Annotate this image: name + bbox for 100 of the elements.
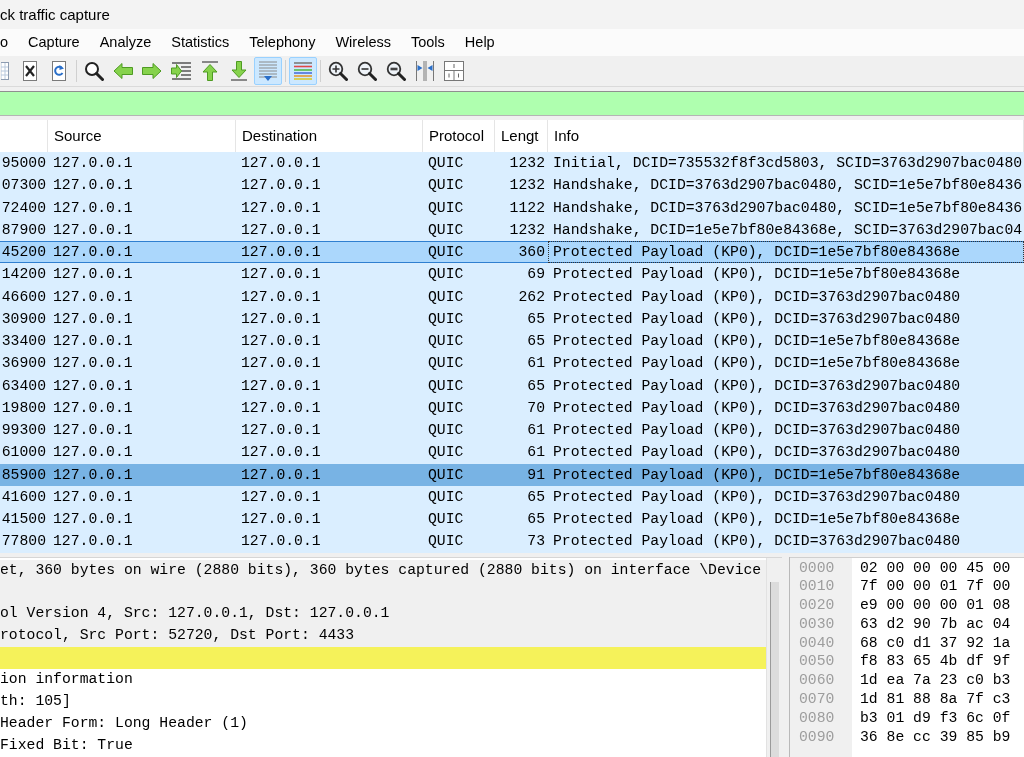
table-cell-text: 127.0.0.1 [240, 465, 322, 485]
table-cell-text: QUIC [427, 354, 465, 374]
hex-bytes: f8 83 65 4b df 9f [860, 652, 1011, 672]
table-cell-text: 127.0.0.1 [240, 176, 322, 196]
table-cell-text: 127.0.0.1 [52, 487, 134, 507]
table-cell-text: 127.0.0.1 [240, 354, 322, 374]
hex-offset: 0020 [799, 596, 836, 615]
display-filter-field[interactable] [0, 91, 1024, 116]
hex-offset: 0080 [799, 708, 836, 728]
packet-row[interactable]: 36900 127.0.0.1 127.0.0.1 QUIC 61 Protected Payload (KP0), DCID=1e5e7bf80e84368e [0, 352, 1024, 375]
table-cell-text: Protected Payload (KP0), DCID=3763d2907bac0480 [552, 443, 962, 463]
menu-item[interactable]: Analyze [89, 28, 162, 57]
packet-row[interactable]: 61000 127.0.0.1 127.0.0.1 QUIC 61 Protected Payload (KP0), DCID=3763d2907bac0480 [0, 441, 1024, 464]
menu-item[interactable]: Telephony [239, 28, 326, 57]
table-cell-text: 1122 [508, 198, 546, 218]
table-cell-text: 46600 [0, 287, 47, 307]
table-cell-text: 127.0.0.1 [52, 287, 134, 307]
packet-row[interactable]: 19800 127.0.0.1 127.0.0.1 QUIC 70 Protected Payload (KP0), DCID=3763d2907bac0480 [0, 396, 1024, 419]
colored-lines-icon [293, 62, 313, 80]
packet-row[interactable]: 14200 127.0.0.1 127.0.0.1 QUIC 69 Protected Payload (KP0), DCID=1e5e7bf80e84368e [0, 263, 1024, 286]
table-cell-text: QUIC [427, 220, 465, 240]
table-cell-text: Protected Payload (KP0), DCID=3763d2907bac0480 [552, 487, 962, 507]
table-cell-text: 72400 [0, 198, 47, 218]
hex-offset: 0060 [799, 671, 836, 691]
hex-offset: 0090 [799, 727, 836, 747]
scrollbar[interactable] [766, 557, 782, 757]
table-cell-text: 07300 [0, 176, 47, 196]
packet-row[interactable]: 87900 127.0.0.1 127.0.0.1 QUIC 1232 Handshake, DCID=1e5e7bf80e84368e, SCID=3763d2907bac04 [0, 218, 1024, 241]
packet-row[interactable]: 41500 127.0.0.1 127.0.0.1 QUIC 65 Protected Payload (KP0), DCID=1e5e7bf80e84368e [0, 508, 1024, 531]
table-cell-text: QUIC [427, 465, 465, 485]
table-cell-text: QUIC [427, 265, 465, 285]
table-cell-text: 127.0.0.1 [52, 465, 134, 485]
packet-row[interactable]: 46600 127.0.0.1 127.0.0.1 QUIC 262 Protected Payload (KP0), DCID=3763d2907bac0480 [0, 285, 1024, 308]
table-cell-text: 70 [526, 398, 546, 418]
menu-item[interactable]: Capture [18, 28, 90, 57]
table-cell-text: QUIC [427, 176, 465, 196]
scrollbar-thumb[interactable] [770, 581, 779, 757]
menu-item[interactable]: Help [454, 28, 505, 57]
table-cell-text: 127.0.0.1 [240, 376, 322, 396]
packet-row[interactable]: 41600 127.0.0.1 127.0.0.1 QUIC 65 Protected Payload (KP0), DCID=3763d2907bac0480 [0, 485, 1024, 508]
table-cell-text: 77800 [0, 532, 47, 552]
menu-item[interactable]: o [0, 28, 19, 57]
table-cell-text: 127.0.0.1 [240, 265, 322, 285]
table-cell-text: 85900 [0, 465, 47, 485]
table-cell-text: QUIC [427, 309, 465, 329]
table-cell-text: 127.0.0.1 [52, 198, 134, 218]
table-cell-text: 91 [526, 465, 546, 485]
pane-layout-icon [444, 61, 464, 81]
packet-row[interactable]: 07300 127.0.0.1 127.0.0.1 QUIC 1232 Handshake, DCID=3763d2907bac0480, SCID=1e5e7bf80e8436 [0, 174, 1024, 197]
packet-row[interactable]: 85900 127.0.0.1 127.0.0.1 QUIC 91 Protected Payload (KP0), DCID=1e5e7bf80e84368e [0, 463, 1024, 486]
window-title: ck traffic capture [0, 5, 110, 25]
column-resize-icon [415, 61, 435, 81]
packet-row[interactable]: 30900 127.0.0.1 127.0.0.1 QUIC 65 Protected Payload (KP0), DCID=3763d2907bac0480 [0, 307, 1024, 330]
hex-offset: 0070 [799, 690, 836, 709]
table-cell: Protected Payload (KP0), DCID=1e5e7bf80e84368e [548, 241, 1024, 264]
arrow-down-bar-icon [229, 61, 249, 81]
table-cell-text: 73 [526, 532, 546, 552]
packet-row[interactable]: 99300 127.0.0.1 127.0.0.1 QUIC 61 Protected Payload (KP0), DCID=3763d2907bac0480 [0, 419, 1024, 442]
table-cell-text: 127.0.0.1 [52, 309, 134, 329]
table-cell-text: 127.0.0.1 [52, 332, 134, 351]
packet-row[interactable]: 95000 127.0.0.1 127.0.0.1 QUIC 1232 Initial, DCID=735532f8f3cd5803, SCID=3763d2907bac0480 [0, 152, 1024, 175]
table-cell-text: 1232 [508, 220, 546, 240]
table-cell-text: 65 [526, 510, 546, 529]
packet-row[interactable]: 33400 127.0.0.1 127.0.0.1 QUIC 65 Protected Payload (KP0), DCID=1e5e7bf80e84368e [0, 330, 1024, 353]
table-cell-text: QUIC [427, 243, 465, 262]
table-cell-text: 127.0.0.1 [52, 510, 134, 529]
packet-row[interactable]: 45200 127.0.0.1 127.0.0.1 QUIC 360 Protected Payload (KP0), DCID=1e5e7bf80e84368e [0, 241, 1024, 264]
table-cell-text: 41500 [0, 510, 47, 529]
table-cell-text: 127.0.0.1 [240, 309, 322, 329]
table-cell-text: 127.0.0.1 [52, 176, 134, 196]
hex-bytes: 7f 00 00 01 7f 00 [860, 577, 1011, 597]
table-cell-text: 127.0.0.1 [240, 198, 322, 218]
tree-item[interactable]: ol Version 4, Src: 127.0.0.1, Dst: 127.0.0.1 [0, 603, 766, 626]
packet-row[interactable]: 63400 127.0.0.1 127.0.0.1 QUIC 65 Protected Payload (KP0), DCID=3763d2907bac0480 [0, 374, 1024, 397]
table-cell-text: Handshake, DCID=1e5e7bf80e84368e, SCID=3763d2907bac04 [552, 220, 1024, 240]
tree-item[interactable]: rotocol, Src Port: 52720, Dst Port: 4433 [0, 625, 766, 648]
tree-item[interactable]: et, 360 bytes on wire (2880 bits), 360 bytes captured (2880 bits) on interface \Device [0, 559, 766, 582]
table-cell-text: QUIC [427, 332, 465, 351]
hex-bytes: 02 00 00 00 45 00 [860, 558, 1011, 578]
table-cell-text: QUIC [427, 198, 465, 218]
table-cell-text: Protected Payload (KP0), DCID=3763d2907bac0480 [552, 376, 962, 396]
hex-offset: 0000 [799, 558, 836, 578]
table-cell-text: 61 [526, 443, 546, 463]
table-cell-text: 360 [517, 243, 546, 262]
table-cell-text: Protected Payload (KP0), DCID=1e5e7bf80e84368e [552, 465, 962, 485]
hex-offset: 0040 [799, 633, 836, 653]
menu-item[interactable]: Tools [401, 28, 455, 57]
list-arrow-icon [171, 61, 191, 81]
packet-row[interactable]: 72400 127.0.0.1 127.0.0.1 QUIC 1122 Handshake, DCID=3763d2907bac0480, SCID=1e5e7bf80e8436 [0, 196, 1024, 219]
packet-row[interactable]: 77800 127.0.0.1 127.0.0.1 QUIC 73 Protected Payload (KP0), DCID=3763d2907bac0480 [0, 530, 1024, 553]
table-cell-text: 127.0.0.1 [52, 265, 134, 285]
table-cell-text: 95000 [0, 154, 47, 173]
table-cell-text: Protected Payload (KP0), DCID=1e5e7bf80e84368e [552, 265, 962, 285]
menu-item[interactable]: Statistics [161, 28, 240, 57]
hex-bytes: 1d 81 88 8a 7f c3 [860, 690, 1011, 709]
table-cell-text: 127.0.0.1 [240, 443, 322, 463]
menu-item[interactable]: Wireless [325, 28, 401, 57]
hex-offset: 0030 [799, 614, 836, 634]
table-cell-text: 65 [526, 376, 546, 396]
hex-bytes: 1d ea 7a 23 c0 b3 [860, 671, 1011, 691]
